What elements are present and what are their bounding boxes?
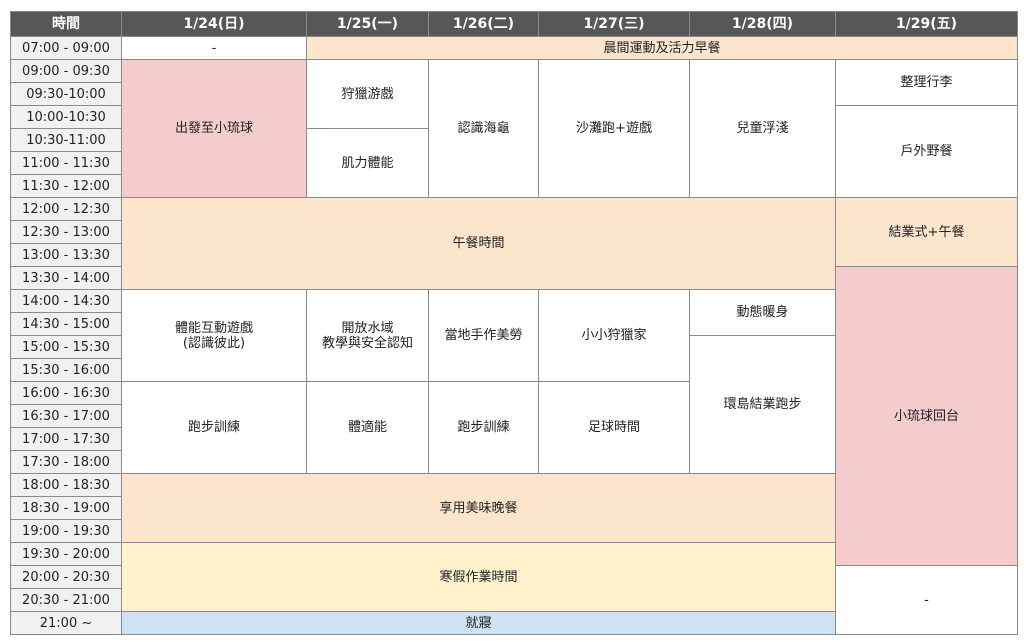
event-cell: 跑步訓練 <box>428 381 539 474</box>
time-cell: 10:30-11:00 <box>10 128 122 152</box>
event-cell: 當地手作美勞 <box>428 289 539 382</box>
header-row: 時間 1/24(日) 1/25(一) 1/26(二) 1/27(三) 1/28(… <box>10 11 1018 37</box>
table-row: 09:00 - 09:30 出發至小琉球 狩獵游戲 認識海龜 沙灘跑+遊戲 兒童… <box>10 59 1018 198</box>
event-line: 開放水域 <box>341 320 394 336</box>
time-cell: 13:00 - 13:30 <box>10 243 122 267</box>
time-cell: 16:00 - 16:30 <box>10 381 122 405</box>
event-cell: - <box>835 565 1018 635</box>
event-cell: 體適能 <box>306 381 429 474</box>
event-cell: 寒假作業時間 <box>121 542 836 612</box>
time-cell: 18:00 - 18:30 <box>10 473 122 497</box>
event-cell: 沙灘跑+遊戲 <box>538 59 690 198</box>
time-cell: 21:00 ~ <box>10 611 122 635</box>
event-cell: 開放水域 教學與安全認知 <box>306 289 429 382</box>
event-cell: 認識海龜 <box>428 59 539 198</box>
header-day-0126: 1/26(二) <box>428 11 539 37</box>
header-day-0124: 1/24(日) <box>121 11 307 37</box>
table-row: 07:00 - 09:00 - 晨間運動及活力早餐 <box>10 36 1018 60</box>
event-cell: 戶外野餐 <box>835 105 1018 198</box>
event-cell: 晨間運動及活力早餐 <box>306 36 1018 60</box>
header-time: 時間 <box>10 11 122 37</box>
time-cell: 19:00 - 19:30 <box>10 519 122 543</box>
table-row: 12:00 - 12:30 午餐時間 結業式+午餐 <box>10 197 1018 290</box>
time-cell: 18:30 - 19:00 <box>10 496 122 520</box>
event-cell: 兒童浮淺 <box>689 59 836 198</box>
time-cell: 10:00-10:30 <box>10 105 122 129</box>
event-cell: 小琉球回台 <box>835 266 1018 566</box>
event-cell: 動態暖身 <box>689 289 836 336</box>
header-day-0128: 1/28(四) <box>689 11 836 37</box>
time-cell: 13:30 - 14:00 <box>10 266 122 290</box>
time-cell: 15:30 - 16:00 <box>10 358 122 382</box>
time-cell: 09:00 - 09:30 <box>10 59 122 83</box>
time-cell: 17:30 - 18:00 <box>10 450 122 474</box>
time-cell: 14:00 - 14:30 <box>10 289 122 313</box>
time-cell: 20:00 - 20:30 <box>10 565 122 589</box>
event-line: 教學與安全認知 <box>321 335 413 351</box>
time-cell: 19:30 - 20:00 <box>10 542 122 566</box>
time-cell: 12:00 - 12:30 <box>10 197 122 221</box>
time-cell: 09:30-10:00 <box>10 82 122 106</box>
header-day-0127: 1/27(三) <box>538 11 690 37</box>
time-cell: 15:00 - 15:30 <box>10 335 122 359</box>
time-cell: 16:30 - 17:00 <box>10 404 122 428</box>
event-cell: 享用美味晚餐 <box>121 473 836 543</box>
event-line: 體能互動遊戲 <box>174 320 253 336</box>
event-cell: 狩獵游戲 <box>306 59 429 129</box>
event-cell: 就寢 <box>121 611 836 635</box>
time-cell: 17:00 - 17:30 <box>10 427 122 451</box>
header-day-0125: 1/25(一) <box>306 11 429 37</box>
time-cell: 20:30 - 21:00 <box>10 588 122 612</box>
event-cell: 午餐時間 <box>121 197 836 290</box>
event-cell: - <box>121 36 307 60</box>
event-cell: 結業式+午餐 <box>835 197 1018 267</box>
time-cell: 07:00 - 09:00 <box>10 36 122 60</box>
event-line: (認識彼此) <box>182 335 246 351</box>
event-cell: 出發至小琉球 <box>121 59 307 198</box>
header-day-0129: 1/29(五) <box>835 11 1018 37</box>
time-cell: 11:30 - 12:00 <box>10 174 122 198</box>
event-cell: 肌力體能 <box>306 128 429 198</box>
time-cell: 14:30 - 15:00 <box>10 312 122 336</box>
event-cell: 跑步訓練 <box>121 381 307 474</box>
event-cell: 小小狩獵家 <box>538 289 690 382</box>
schedule-table: 時間 1/24(日) 1/25(一) 1/26(二) 1/27(三) 1/28(… <box>10 11 1018 635</box>
time-cell: 12:30 - 13:00 <box>10 220 122 244</box>
event-cell: 整理行李 <box>835 59 1018 106</box>
event-cell: 體能互動遊戲 (認識彼此) <box>121 289 307 382</box>
time-cell: 11:00 - 11:30 <box>10 151 122 175</box>
event-cell: 環島結業跑步 <box>689 335 836 474</box>
event-cell: 足球時間 <box>538 381 690 474</box>
